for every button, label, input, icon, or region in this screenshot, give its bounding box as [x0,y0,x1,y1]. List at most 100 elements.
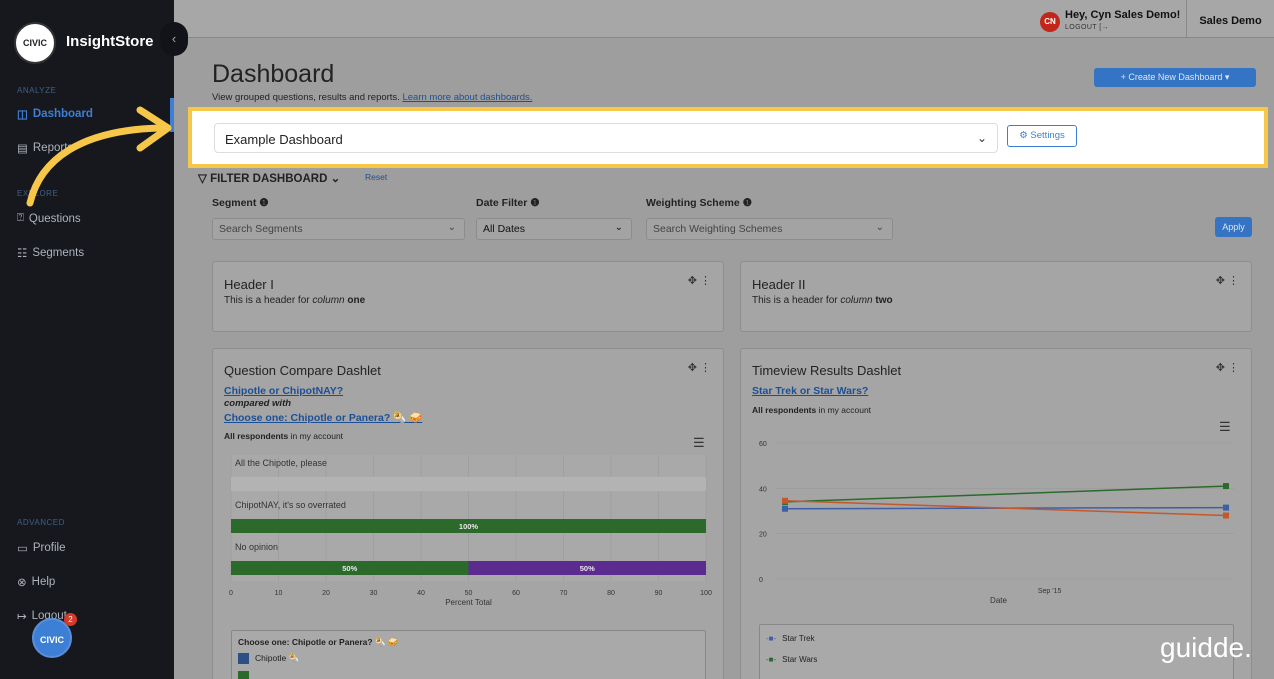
weighting-scheme-label: Weighting Scheme ❶ [646,197,752,209]
sidebar-item-profile[interactable]: ▭ Profile [17,541,65,555]
user-greeting: Hey, Cyn Sales Demo! [1065,9,1181,21]
question-link-1[interactable]: Chipotle or ChipotNAY? [224,385,343,397]
legend-title: Choose one: Chipotle or Panera? 🌯 🥪 [238,637,399,647]
logout-icon: ↦ [17,611,27,623]
timeview-line-chart: 0 20 40 60 Sep '15 Date [759,441,1234,605]
legend-item[interactable]: Chipotle 🌯 [238,653,299,664]
move-icon[interactable]: ✥ [1216,275,1225,287]
caret-down-icon: ▾ [1224,72,1230,82]
legend-item-label: Chipotle 🌯 [255,653,300,663]
category-label: No opinion [235,542,278,552]
date-filter-select[interactable]: All Dates ⌄ [476,218,632,240]
x-tick-label: 60 [512,590,520,597]
chevron-down-icon: ⌄ [614,222,623,233]
section-label-analyze: ANALYZE [17,86,57,95]
card-text-strong: one [347,295,366,306]
series-point [782,497,788,504]
card-title: Header II [752,277,806,292]
x-tick-label: 20 [322,590,330,597]
card-text: This is a header for column one [224,295,365,306]
more-vertical-icon[interactable]: ⋮ [700,275,711,287]
bar-empty [231,477,706,491]
move-icon[interactable]: ✥ [688,275,697,287]
more-vertical-icon[interactable]: ⋮ [1228,362,1239,374]
civic-science-logo: CIVIC [14,22,56,64]
dashboard-select[interactable]: Example Dashboard ⌄ [214,123,998,153]
gear-icon: ⚙ [1019,130,1028,141]
question-link-2[interactable]: Choose one: Chipotle or Panera? 🌯 🥪 [224,411,422,424]
user-avatar[interactable]: CN [1040,12,1060,32]
move-icon[interactable]: ✥ [1216,362,1225,374]
card-text: This is a header for column two [752,295,893,306]
move-icon[interactable]: ✥ [688,362,697,374]
create-dashboard-button[interactable]: + Create New Dashboard ▾ [1094,68,1256,87]
date-filter-label: Date Filter ❶ [476,197,540,209]
bar-data-label: 100% [459,522,479,531]
card-tools: ✥ ⋮ [688,361,711,374]
dashboard-selector-highlight: Example Dashboard ⌄ ⚙ Settings [188,107,1268,168]
legend-label: Star Trek [782,634,815,643]
chevron-down-icon: ⌄ [330,173,341,185]
notification-count-badge: 2 [64,613,77,626]
y-tick-label: 60 [759,441,767,448]
card-title: Question Compare Dashlet [224,363,381,378]
collapse-sidebar-button[interactable]: ‹ [160,22,188,56]
x-tick-label: 100 [700,590,712,597]
guidde-watermark: guidde. [1160,632,1252,663]
segment-select[interactable]: Search Segments ⌄ [212,218,465,240]
respondents-bold: All respondents [224,431,289,441]
page-subtitle: View grouped questions, results and repo… [212,92,532,103]
segment-placeholder: Search Segments [219,223,303,235]
question-link[interactable]: Star Trek or Star Wars? [752,385,868,397]
page-title: Dashboard [212,60,335,88]
card-title: Timeview Results Dashlet [752,363,902,378]
info-icon: ❶ [742,197,753,209]
x-axis-label: Percent Total [445,598,492,607]
profile-icon: ▭ [17,543,28,555]
header-card-1: Header I This is a header for column one… [212,261,724,332]
question-compare-dashlet: Question Compare Dashlet ✥ ⋮ Chipotle or… [212,348,724,679]
card-text-strong: two [875,295,893,306]
settings-button[interactable]: ⚙ Settings [1007,125,1077,147]
y-tick-label: 0 [759,577,763,584]
dashboard-icon: ◫ [17,109,28,121]
create-dashboard-label: + Create New Dashboard [1120,72,1223,82]
more-vertical-icon[interactable]: ⋮ [700,362,711,374]
legend-item-star-trek[interactable]: -■- Star Trek [766,634,815,643]
series-point [782,505,788,512]
filter-reset-link[interactable]: Reset [365,172,387,182]
info-icon: ❶ [259,197,269,209]
bar-data-label: 50% [342,564,357,573]
x-axis-label: Date [990,596,1007,605]
series-point [1223,512,1229,519]
section-label-advanced: ADVANCED [17,518,65,527]
chevron-down-icon: ⌄ [447,222,456,233]
respondents-note: All respondents in my account [752,405,871,415]
settings-label: Settings [1030,130,1065,141]
legend-item-star-wars[interactable]: -■- Star Wars [766,655,817,664]
weighting-placeholder: Search Weighting Schemes [653,223,783,235]
chevron-left-icon: ‹ [171,31,177,46]
sidebar-item-reports[interactable]: ▤ Reports [17,141,73,155]
sidebar-item-help[interactable]: ⊗ Help [17,575,55,589]
help-icon: ⊗ [17,577,27,589]
filter-dashboard-toggle[interactable]: ▽ FILTER DASHBOARD ⌄ [198,171,340,185]
account-name[interactable]: Sales Demo [1186,0,1274,38]
card-tools: ✥ ⋮ [688,274,711,287]
sidebar-item-questions[interactable]: ⍰ Questions [17,212,81,225]
sidebar-item-segments[interactable]: ☷ Segments [17,246,84,260]
chevron-down-icon: ⌄ [976,131,987,145]
respondents-bold: All respondents [752,405,817,415]
more-vertical-icon[interactable]: ⋮ [1228,275,1239,287]
x-tick-label: 30 [370,590,378,597]
logout-link[interactable]: LOGOUT [→ [1065,24,1109,31]
weighting-scheme-select[interactable]: Search Weighting Schemes ⌄ [646,218,893,240]
main-content: CN Hey, Cyn Sales Demo! LOGOUT [→ Sales … [174,0,1274,679]
sidebar-item-dashboard[interactable]: ◫ Dashboard [17,107,93,121]
apply-button[interactable]: Apply [1215,217,1252,237]
legend-marker-icon: -■- [766,634,777,643]
logout-arrow-icon: [→ [1099,24,1109,31]
card-title: Header I [224,277,274,292]
date-filter-label-text: Date Filter [476,197,528,209]
learn-more-link[interactable]: Learn more about dashboards. [402,92,532,103]
